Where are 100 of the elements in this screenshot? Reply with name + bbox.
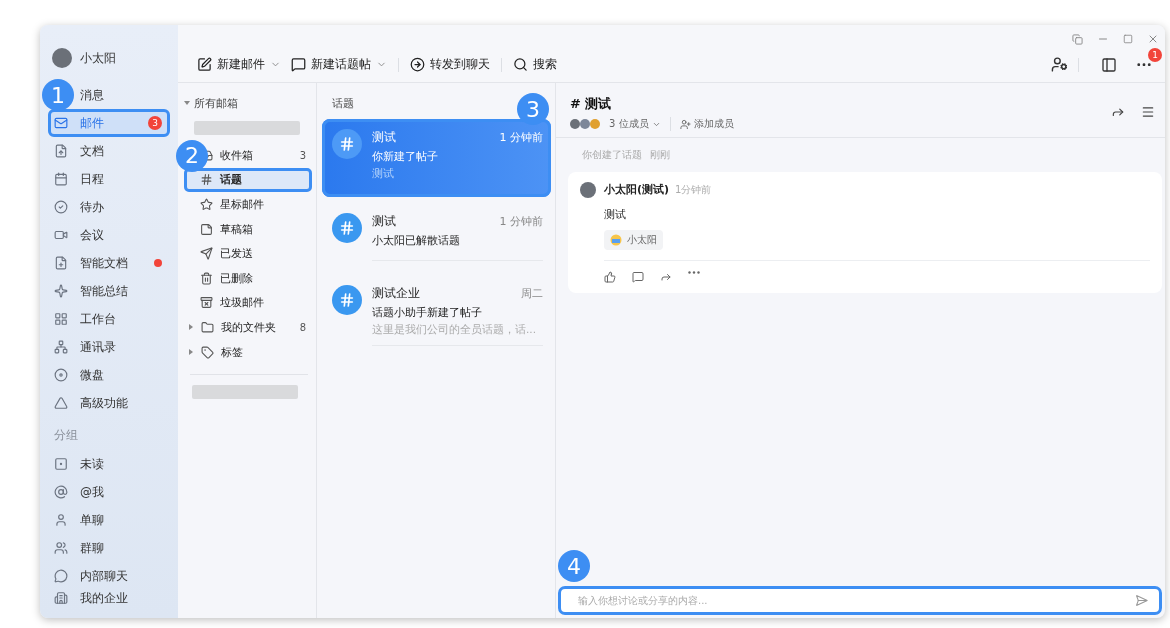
group-item[interactable]: 内部聊天 xyxy=(48,562,170,584)
count: 8 xyxy=(299,321,306,333)
contact-settings-button[interactable] xyxy=(1049,54,1070,75)
toolbar-button[interactable]: 转发到聊天 xyxy=(407,52,493,77)
forward-icon[interactable] xyxy=(660,271,672,283)
nav-item[interactable]: 文档 xyxy=(48,137,170,165)
folder-item[interactable]: 标签 xyxy=(184,339,312,365)
emoji-icon xyxy=(610,234,622,246)
nav-item[interactable]: 工作台 xyxy=(48,305,170,333)
count-badge: 3 xyxy=(148,116,162,130)
topic-time: 1 分钟前 xyxy=(499,130,543,145)
nav-item[interactable]: 微盘 xyxy=(48,361,170,389)
group-item[interactable]: 单聊 xyxy=(48,506,170,534)
topic-item[interactable]: 测试企业 周二 话题小助手新建了帖子 这里是我们公司的全员话题，话... xyxy=(322,275,551,354)
mail-icon xyxy=(54,116,68,130)
forward-icon[interactable] xyxy=(1111,105,1125,119)
toolbar-button[interactable]: 新建邮件 xyxy=(194,52,284,77)
send-icon[interactable] xyxy=(1135,594,1148,607)
unread-icon xyxy=(54,457,68,471)
menu-icon[interactable] xyxy=(1141,105,1155,119)
nav-item[interactable]: 我的企业 xyxy=(48,584,170,612)
chat-icon xyxy=(54,569,68,583)
group-item[interactable]: 群聊 xyxy=(48,534,170,562)
close-icon[interactable] xyxy=(1147,33,1159,45)
pop-out-icon[interactable] xyxy=(1072,33,1083,45)
note-time: 刚刚 xyxy=(650,148,670,162)
add-member-button[interactable]: 添加成员 xyxy=(677,117,736,131)
folder-icon xyxy=(201,320,214,334)
expand-arrow-icon[interactable] xyxy=(188,349,194,356)
person-icon xyxy=(54,513,68,527)
topic-item[interactable]: 测试 1 分钟前 你新建了帖子 测试 xyxy=(322,119,551,197)
topic-preview: 你新建了帖子 xyxy=(372,149,439,164)
more-icon xyxy=(1137,62,1151,67)
folder-item[interactable]: 草稿箱 xyxy=(184,216,312,242)
toolbar-button[interactable]: 搜索 xyxy=(510,52,560,77)
group-item[interactable]: @我 xyxy=(48,478,170,506)
reaction-chip[interactable]: 小太阳 xyxy=(604,230,663,250)
trash-icon xyxy=(200,271,213,285)
nav-item[interactable]: 日程 xyxy=(48,165,170,193)
nav-item[interactable]: 智能总结 xyxy=(48,277,170,305)
spam-box-icon xyxy=(200,296,213,310)
compose-icon xyxy=(197,57,212,72)
folder-item[interactable]: 我的文件夹 8 xyxy=(184,315,312,340)
people-icon xyxy=(54,541,68,555)
topic-time: 周二 xyxy=(521,286,543,301)
step-number-tooltip: 4 xyxy=(558,550,590,582)
comment-icon[interactable] xyxy=(632,271,644,283)
at-icon xyxy=(54,485,68,499)
document-icon xyxy=(54,144,68,158)
topic-title: 测试 xyxy=(372,213,396,230)
avatar[interactable] xyxy=(52,48,72,68)
triangle-icon xyxy=(54,396,68,410)
topic-time: 1 分钟前 xyxy=(499,214,543,229)
expand-arrow-icon[interactable] xyxy=(184,100,190,106)
nav-item[interactable]: 邮件 3 xyxy=(48,109,170,137)
forward-icon xyxy=(410,57,425,72)
folder-item[interactable]: 话题 xyxy=(184,167,312,193)
nav-item[interactable]: 会议 xyxy=(48,221,170,249)
count-badge: 1 xyxy=(1148,47,1162,62)
topic-snippet: 这里是我们公司的全员话题，话... xyxy=(372,323,537,337)
post-text: 测试 xyxy=(604,208,626,221)
author-name: 小太阳(测试) xyxy=(604,182,670,197)
panel-icon xyxy=(1101,56,1117,73)
nav-item[interactable]: 待办 xyxy=(48,193,170,221)
folder-item[interactable]: 垃圾邮件 xyxy=(184,290,312,316)
topic-item[interactable]: 测试 1 分钟前 小太阳已解散话题 xyxy=(322,203,551,269)
group-item[interactable]: 未读 xyxy=(48,450,170,478)
search-icon xyxy=(513,57,528,72)
person-gear-icon xyxy=(1051,56,1068,73)
note-icon xyxy=(200,222,213,236)
grid-icon xyxy=(54,312,68,326)
topic-snippet: 测试 xyxy=(372,167,395,181)
folder-item[interactable]: 星标邮件 xyxy=(184,192,312,217)
speech-bubble-icon xyxy=(291,57,306,72)
section-title: 分组 xyxy=(53,427,79,444)
folder-item[interactable]: 已删除 xyxy=(184,265,312,291)
expand-arrow-icon[interactable] xyxy=(188,324,194,331)
avatar xyxy=(580,182,596,198)
building-icon xyxy=(54,591,68,605)
more-icon[interactable] xyxy=(688,271,700,274)
send-icon xyxy=(200,247,213,261)
calendar-icon xyxy=(54,172,68,186)
step-number-tooltip: 1 xyxy=(42,79,74,111)
list-header: 话题 xyxy=(332,95,354,111)
step-number-tooltip: 3 xyxy=(517,93,549,125)
conversation-title: # 测试 xyxy=(570,96,612,111)
nav-item[interactable]: 高级功能 xyxy=(48,389,170,417)
check-icon xyxy=(54,200,68,214)
org-chart-icon xyxy=(54,340,68,354)
folder-item[interactable]: 已发送 xyxy=(184,241,312,266)
hash-icon xyxy=(200,173,213,187)
members-dropdown[interactable]: 3 位成员 xyxy=(607,117,663,131)
message-input[interactable]: 输入你想讨论或分享的内容... xyxy=(558,586,1162,615)
thumbs-up-icon[interactable] xyxy=(604,271,616,283)
toolbar-button[interactable]: 新建话题帖 xyxy=(288,52,390,77)
mailbox-header: 所有邮箱 xyxy=(194,95,238,111)
nav-item[interactable]: 智能文档 xyxy=(48,249,170,277)
system-note: 你创建了话题 xyxy=(582,148,642,162)
nav-item[interactable]: 通讯录 xyxy=(48,333,170,361)
disc-icon xyxy=(54,368,68,382)
